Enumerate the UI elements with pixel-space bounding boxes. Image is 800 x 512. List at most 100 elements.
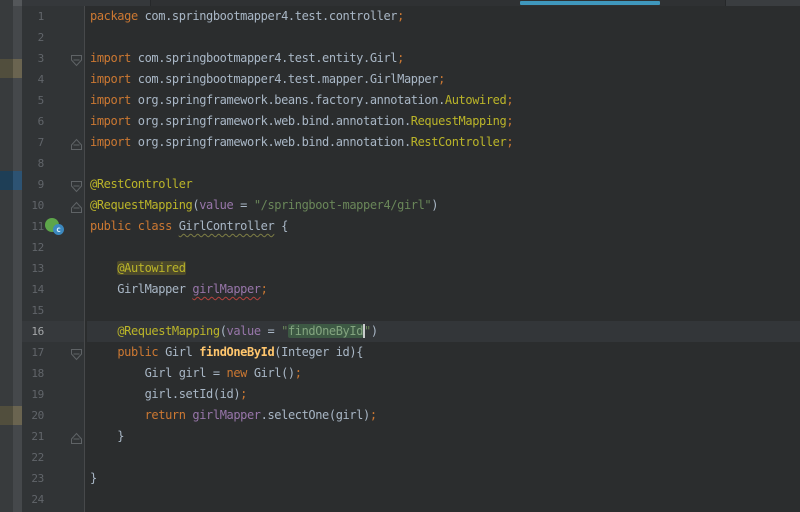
code-token: = (233, 198, 253, 212)
active-tab-underline (520, 1, 660, 5)
code-token: @RequestMapping (90, 198, 192, 212)
line-number-15[interactable]: 15 (22, 300, 44, 321)
code-token: Girl girl = (90, 366, 227, 380)
line-number-3[interactable]: 3 (22, 48, 44, 69)
line-number-12[interactable]: 12 (22, 237, 44, 258)
code-token: @RestController (90, 177, 192, 191)
line-number-20[interactable]: 20 (22, 405, 44, 426)
code-token: ) (431, 198, 438, 212)
code-line-18[interactable]: Girl girl = new Girl(); (87, 363, 800, 384)
code-token: girlMapper (192, 408, 260, 422)
code-line-12[interactable] (87, 237, 800, 258)
code-token: com.springbootmapper4.test.entity.Girl (138, 51, 397, 65)
gutter-border (84, 6, 85, 512)
line-number-23[interactable]: 23 (22, 468, 44, 489)
fold-marker-end[interactable] (70, 199, 83, 212)
code-line-11[interactable]: public class GirlController { (87, 216, 800, 237)
code-line-8[interactable] (87, 153, 800, 174)
spring-bean-class-icon[interactable]: c (45, 218, 64, 236)
line-number-19[interactable]: 19 (22, 384, 44, 405)
code-line-22[interactable] (87, 447, 800, 468)
line-number-6[interactable]: 6 (22, 111, 44, 132)
code-token: { (274, 219, 288, 233)
code-line-15[interactable] (87, 300, 800, 321)
code-line-1[interactable]: package com.springbootmapper4.test.contr… (87, 6, 800, 27)
fold-marker-start[interactable] (70, 178, 83, 191)
line-number-21[interactable]: 21 (22, 426, 44, 447)
code-line-2[interactable] (87, 27, 800, 48)
line-number-17[interactable]: 17 (22, 342, 44, 363)
fold-marker-end[interactable] (70, 136, 83, 149)
line-number-18[interactable]: 18 (22, 363, 44, 384)
line-number-2[interactable]: 2 (22, 27, 44, 48)
code-line-4[interactable]: import com.springbootmapper4.test.mapper… (87, 69, 800, 90)
line-number-14[interactable]: 14 (22, 279, 44, 300)
fold-marker-end[interactable] (70, 430, 83, 443)
code-token: ; (506, 93, 513, 107)
fold-marker-start[interactable] (70, 346, 83, 359)
code-token: ; (506, 135, 513, 149)
code-line-6[interactable]: import org.springframework.web.bind.anno… (87, 111, 800, 132)
code-token: Girl() (254, 366, 295, 380)
code-token (90, 408, 145, 422)
code-token: ; (438, 72, 445, 86)
code-line-7[interactable]: import org.springframework.web.bind.anno… (87, 132, 800, 153)
code-token: org.springframework.web.bind.annotation. (138, 135, 411, 149)
code-token: ; (397, 51, 404, 65)
code-token: ( (220, 324, 227, 338)
line-number-5[interactable]: 5 (22, 90, 44, 111)
fold-marker-start[interactable] (70, 52, 83, 65)
code-line-13[interactable]: @Autowired (87, 258, 800, 279)
code-token: Girl (165, 345, 199, 359)
code-line-3[interactable]: import com.springbootmapper4.test.entity… (87, 48, 800, 69)
code-token: GirlController (179, 219, 275, 233)
code-line-16[interactable]: @RequestMapping(value = "findOneById") (87, 321, 800, 342)
code-line-5[interactable]: import org.springframework.beans.factory… (87, 90, 800, 111)
code-token: import (90, 72, 138, 86)
code-token: org.springframework.beans.factory.annota… (138, 93, 445, 107)
line-number-7[interactable]: 7 (22, 132, 44, 153)
code-token: import (90, 114, 138, 128)
line-number-16[interactable]: 16 (22, 321, 44, 342)
code-token: Autowired (445, 93, 506, 107)
code-token: ; (240, 387, 247, 401)
code-token: return (145, 408, 193, 422)
left-change-marker (0, 171, 22, 190)
code-token: public class (90, 219, 179, 233)
left-change-marker (0, 59, 22, 78)
code-line-19[interactable]: girl.setId(id); (87, 384, 800, 405)
code-token: findOneById (288, 324, 363, 338)
line-number-10[interactable]: 10 (22, 195, 44, 216)
code-token: RestController (411, 135, 507, 149)
code-line-24[interactable] (87, 489, 800, 510)
class-icon: c (53, 224, 64, 235)
code-line-14[interactable]: GirlMapper girlMapper; (87, 279, 800, 300)
code-line-10[interactable]: @RequestMapping(value = "/springboot-map… (87, 195, 800, 216)
code-token: girl.setId(id) (90, 387, 240, 401)
code-line-21[interactable]: } (87, 426, 800, 447)
code-line-20[interactable]: return girlMapper.selectOne(girl); (87, 405, 800, 426)
code-token (90, 324, 117, 338)
code-line-17[interactable]: public Girl findOneById(Integer id){ (87, 342, 800, 363)
code-token: ; (370, 408, 377, 422)
code-line-23[interactable]: } (87, 468, 800, 489)
line-number-11[interactable]: 11 (22, 216, 44, 237)
code-token: ; (397, 9, 404, 23)
code-token: } (90, 471, 97, 485)
code-token: import (90, 51, 138, 65)
code-token: } (90, 429, 124, 443)
code-token: ; (261, 282, 268, 296)
line-number-13[interactable]: 13 (22, 258, 44, 279)
code-token: import (90, 135, 138, 149)
line-number-4[interactable]: 4 (22, 69, 44, 90)
code-token: org.springframework.web.bind.annotation. (138, 114, 411, 128)
code-token: " (281, 324, 288, 338)
line-number-8[interactable]: 8 (22, 153, 44, 174)
line-number-24[interactable]: 24 (22, 489, 44, 510)
code-line-9[interactable]: @RestController (87, 174, 800, 195)
line-number-22[interactable]: 22 (22, 447, 44, 468)
line-number-1[interactable]: 1 (22, 6, 44, 27)
code-token: girlMapper (192, 282, 260, 296)
line-number-9[interactable]: 9 (22, 174, 44, 195)
code-token: new (227, 366, 254, 380)
